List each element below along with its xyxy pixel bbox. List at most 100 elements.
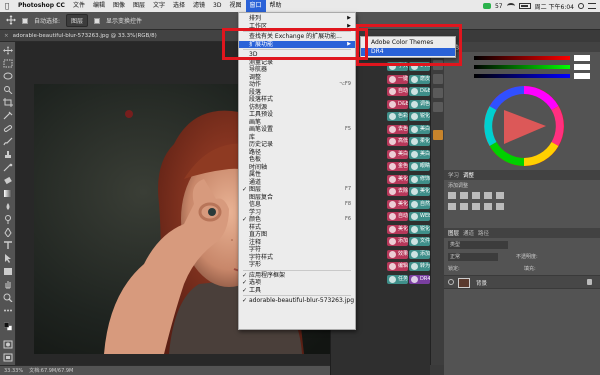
- window-menu-item[interactable]: ✓ adorable-beautiful-blur-573263.jpg: [239, 297, 355, 305]
- lasso-tool-icon[interactable]: [3, 72, 13, 81]
- quick-mask-icon[interactable]: [3, 340, 13, 349]
- window-menu-item[interactable]: 画笔设置 F5: [239, 126, 355, 134]
- dr4-action-button[interactable]: 转为: [409, 262, 430, 271]
- menu-file[interactable]: 文件: [69, 0, 89, 12]
- dr4-action-button[interactable]: 眼睛: [409, 162, 430, 171]
- window-menu-item[interactable]: 信息 F8: [239, 201, 355, 209]
- window-menu-item[interactable]: 色板: [239, 156, 355, 164]
- zoom-tool-icon[interactable]: [3, 293, 13, 303]
- window-menu-item[interactable]: 3D: [239, 51, 355, 59]
- window-menu-item[interactable]: 图层复合: [239, 194, 355, 202]
- menu-3d[interactable]: 3D: [209, 0, 225, 12]
- dr4-action-button[interactable]: 效果: [387, 249, 408, 259]
- dr4-action-button[interactable]: 修饰: [409, 174, 430, 184]
- menu-edit[interactable]: 编辑: [89, 0, 109, 12]
- window-menu-item[interactable]: 仿制源: [239, 104, 355, 112]
- dr4-action-button[interactable]: 高低频: [387, 137, 408, 146]
- window-menu-item[interactable]: 段落: [239, 89, 355, 97]
- window-menu-item[interactable]: 历史记录: [239, 141, 355, 149]
- tab-paths[interactable]: 路径: [478, 229, 489, 237]
- window-menu-item[interactable]: 路径: [239, 149, 355, 157]
- healing-tool-icon[interactable]: [3, 124, 13, 133]
- blur-tool-icon[interactable]: [3, 202, 13, 211]
- window-menu-item[interactable]: 样式: [239, 224, 355, 232]
- menu-select[interactable]: 选择: [169, 0, 189, 12]
- dr4-action-button[interactable]: 色彩平衡: [387, 112, 408, 121]
- dr4-action-button[interactable]: 添加: [409, 249, 430, 259]
- dr4-action-button[interactable]: 美化皮肤: [387, 199, 408, 209]
- dr4-action-button[interactable]: 94.5: [409, 62, 430, 71]
- type-tool-icon[interactable]: [3, 241, 13, 250]
- dr4-action-button[interactable]: 自动化: [387, 87, 408, 96]
- dr4-action-button[interactable]: 文件: [409, 237, 430, 246]
- dodge-tool-icon[interactable]: [3, 215, 13, 224]
- rectangle-tool-icon[interactable]: [3, 267, 13, 276]
- dr4-action-button[interactable]: 一键修复: [387, 74, 408, 84]
- window-menu-item[interactable]: ✓ 工具: [239, 287, 355, 295]
- dr4-action-button[interactable]: 去除红眼: [387, 187, 408, 196]
- dr4-action-button[interactable]: 锐化: [409, 112, 430, 121]
- move-tool-icon[interactable]: [3, 46, 13, 55]
- eraser-tool-icon[interactable]: [3, 176, 13, 185]
- marquee-tool-icon[interactable]: [3, 59, 13, 68]
- window-menu-item[interactable]: 学习: [239, 209, 355, 217]
- dr4-action-button[interactable]: 编辑图层: [387, 262, 408, 271]
- auto-select-dropdown[interactable]: 图层: [66, 14, 89, 27]
- window-menu-item[interactable]: 库: [239, 134, 355, 142]
- menu-type[interactable]: 文字: [149, 0, 169, 12]
- window-menu-item[interactable]: 直方图: [239, 231, 355, 239]
- menu-list-icon[interactable]: [588, 3, 596, 9]
- dr4-action-button[interactable]: 磨皮: [409, 74, 430, 84]
- brush-tool-icon[interactable]: [3, 137, 13, 146]
- dr4-action-button[interactable]: 任务记忆: [387, 274, 408, 284]
- dr4-action-button[interactable]: DR4.0使用说明: [409, 274, 430, 284]
- menu-view[interactable]: 视图: [225, 0, 245, 12]
- history-brush-tool-icon[interactable]: [3, 163, 13, 172]
- window-menu-item[interactable]: 字符: [239, 246, 355, 254]
- dr4-panel-icon[interactable]: [433, 130, 443, 140]
- paragraph-panel-icon[interactable]: [433, 102, 443, 112]
- window-menu-item[interactable]: 注释: [239, 239, 355, 247]
- window-menu-item[interactable]: 通道: [239, 179, 355, 187]
- search-icon[interactable]: [578, 3, 584, 9]
- menu-image[interactable]: 图像: [109, 0, 129, 12]
- move-tool-icon[interactable]: [6, 14, 16, 27]
- window-menu-item[interactable]: 查找有关 Exchange 的扩展功能...: [239, 33, 355, 41]
- dr4-action-button[interactable]: 去色发光: [387, 124, 408, 134]
- window-menu-item[interactable]: ✓ 选项: [239, 279, 355, 287]
- window-menu-item[interactable]: 测量记录: [239, 59, 355, 67]
- tab-learn[interactable]: 学习: [448, 171, 459, 179]
- dr4-action-button[interactable]: 锐化2: [409, 224, 430, 234]
- extensions-submenu-item[interactable]: ✓ DR4: [361, 48, 455, 56]
- window-menu-item[interactable]: 时间轴: [239, 164, 355, 172]
- quick-select-tool-icon[interactable]: [3, 85, 13, 95]
- dr4-action-button[interactable]: 金色眼睛: [387, 162, 408, 171]
- dr4-action-button[interactable]: 学大师: [387, 62, 408, 71]
- layer-row[interactable]: 背景: [444, 275, 600, 289]
- menu-app-name[interactable]: Photoshop CC: [14, 0, 69, 12]
- window-menu-item[interactable]: ✓ 应用程序框架: [239, 272, 355, 280]
- tab-layers[interactable]: 图层: [448, 229, 459, 237]
- color-wheel[interactable]: [484, 86, 564, 166]
- stamp-tool-icon[interactable]: [3, 150, 13, 159]
- wifi-icon[interactable]: [506, 3, 515, 9]
- gradient-tool-icon[interactable]: [3, 189, 13, 198]
- path-select-tool-icon[interactable]: [3, 254, 13, 263]
- menu-filter[interactable]: 滤镜: [189, 0, 209, 12]
- close-tab-icon[interactable]: ×: [4, 33, 9, 39]
- dr4-action-button[interactable]: 美化: [387, 224, 408, 234]
- window-menu-item[interactable]: 工具预设: [239, 111, 355, 119]
- screen-mode-icon[interactable]: [3, 353, 13, 362]
- dr4-action-button[interactable]: 自动: [387, 212, 408, 221]
- crop-tool-icon[interactable]: [3, 98, 13, 107]
- window-menu-item[interactable]: 导航器: [239, 66, 355, 74]
- window-menu-item[interactable]: 工作区 ▶: [239, 23, 355, 31]
- window-menu-item[interactable]: ✓ 颜色 F6: [239, 216, 355, 224]
- window-menu-item[interactable]: 调整: [239, 74, 355, 82]
- window-menu-item[interactable]: 扩展功能 ▶: [239, 40, 355, 48]
- auto-select-checkbox[interactable]: [22, 17, 28, 24]
- window-menu-item[interactable]: ✓ 图层 F7: [239, 186, 355, 194]
- extensions-submenu-item[interactable]: Adobe Color Themes: [361, 39, 455, 47]
- actions-panel-icon[interactable]: [433, 74, 443, 84]
- dr4-action-button[interactable]: D&B光线: [409, 87, 430, 96]
